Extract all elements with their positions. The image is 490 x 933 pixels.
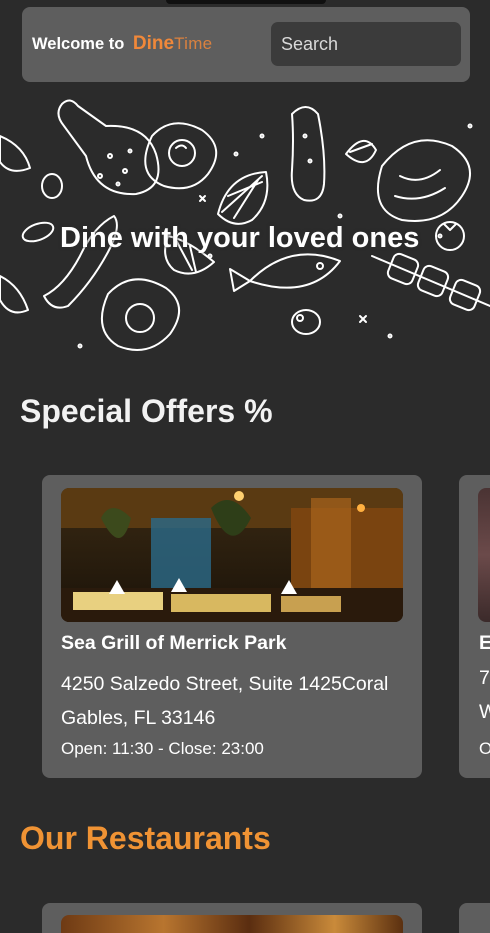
app-screen: Welcome to DineTime Search Dine with you… xyxy=(0,0,490,933)
offer-card[interactable]: Sea Grill of Merrick Park 4250 Salzedo S… xyxy=(42,475,422,778)
restaurant-interior-image xyxy=(61,488,403,622)
restaurant-hours: Open: 11:30 - Close: 23:00 xyxy=(61,739,264,758)
special-offers-heading: Special Offers % xyxy=(20,393,273,429)
restaurant-hours-peek: O xyxy=(479,739,490,758)
fish-doodle xyxy=(229,253,341,292)
tomato-doodle xyxy=(435,221,465,251)
chicken-leg-doodle xyxy=(57,99,160,196)
lemon-slice-doodle xyxy=(217,171,269,225)
restaurant-photo xyxy=(61,488,403,622)
restaurant-card-peek[interactable] xyxy=(459,903,490,933)
status-notch xyxy=(166,0,326,4)
brand-logo-time: Time xyxy=(174,34,213,53)
our-restaurants-heading: Our Restaurants xyxy=(20,820,271,856)
top-bar: Welcome to DineTime xyxy=(22,7,470,82)
restaurant-name-peek: E xyxy=(479,632,490,654)
restaurant-photo-peek xyxy=(478,488,490,622)
kebab-doodle xyxy=(371,252,490,312)
welcome-text: Welcome to DineTime xyxy=(32,33,212,55)
brand-logo-dine: Dine xyxy=(132,33,175,54)
lemon-left-doodle xyxy=(0,135,31,314)
restaurant-address-peek-line1: 7 xyxy=(479,667,490,689)
sausage-doodle xyxy=(290,106,326,202)
restaurant-address-peek-line2: W xyxy=(479,701,490,723)
hero-banner: Dine with your loved ones xyxy=(0,96,490,366)
fried-egg-bottom-doodle xyxy=(101,278,180,351)
search-input[interactable] xyxy=(271,22,461,66)
steak-doodle xyxy=(377,139,471,222)
restaurant-address: 4250 Salzedo Street, Suite 1425Coral Gab… xyxy=(61,673,389,729)
restaurant-name: Sea Grill of Merrick Park xyxy=(61,632,287,654)
restaurant-card-photo xyxy=(61,915,403,933)
restaurant-card[interactable] xyxy=(42,903,422,933)
leaf-doodle xyxy=(345,140,377,163)
offer-card-peek[interactable]: E 7 W O xyxy=(459,475,490,778)
hero-title: Dine with your loved ones xyxy=(60,222,420,254)
welcome-label: Welcome to xyxy=(32,35,125,53)
